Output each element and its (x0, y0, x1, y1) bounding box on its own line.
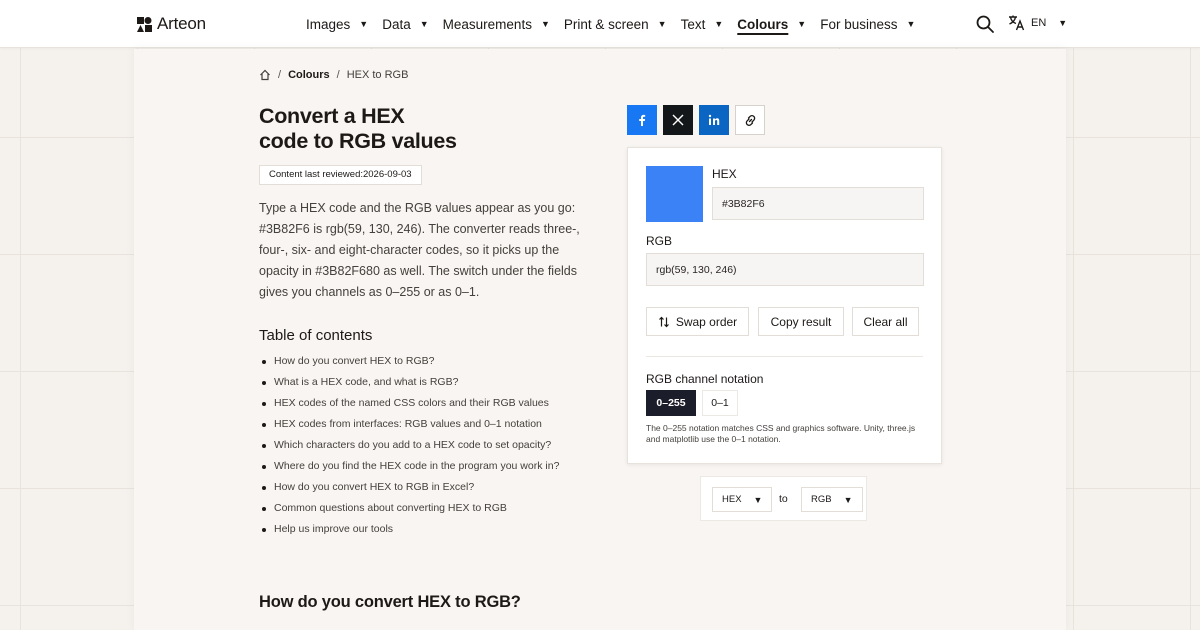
share-facebook-button[interactable] (627, 105, 657, 135)
caret-down-icon: ▼ (797, 19, 807, 29)
hex-label: HEX (712, 167, 737, 181)
last-reviewed-badge: Content last reviewed:2026-09-03 (259, 165, 422, 185)
nav-label: Data (382, 16, 411, 32)
toc-title: Table of contents (259, 327, 373, 344)
share-x-button[interactable] (663, 105, 693, 135)
clear-all-button[interactable]: Clear all (852, 307, 919, 336)
page-title: Convert a HEX code to RGB values (259, 104, 559, 154)
rgb-label: RGB (646, 234, 673, 248)
toc-item[interactable]: How do you convert HEX to RGB? (259, 353, 559, 374)
caret-down-icon: ▼ (1058, 17, 1068, 28)
from-unit-value: HEX (722, 494, 742, 505)
copy-result-button[interactable]: Copy result (758, 307, 844, 336)
caret-down-icon: ▼ (906, 19, 916, 29)
breadcrumb-separator: / (336, 69, 340, 81)
nav-label: Text (680, 16, 706, 32)
toc-item[interactable]: How do you convert HEX to RGB in Excel? (259, 479, 559, 500)
language-selector[interactable]: EN ▼ (1008, 14, 1067, 31)
facebook-icon (639, 114, 646, 126)
notation-note: The 0–255 notation matches CSS and graph… (646, 423, 916, 444)
nav-item-print-screen[interactable]: Print & screen ▼ (564, 17, 667, 32)
breadcrumb-separator: / (278, 69, 282, 81)
caret-down-icon: ▼ (419, 19, 429, 29)
toc-item[interactable]: Where do you find the HEX code in the pr… (259, 458, 559, 479)
nav-label: Print & screen (563, 16, 649, 32)
caret-down-icon: ▼ (843, 494, 853, 505)
clear-all-label: Clear all (863, 314, 908, 329)
color-preview-swatch (646, 166, 703, 222)
logo-text: Arteon (157, 14, 206, 33)
caret-down-icon: ▼ (657, 19, 667, 29)
link-icon (745, 114, 755, 126)
linkedin-icon (708, 114, 720, 125)
main-nav: Images ▼ Data ▼ Measurements ▼ Print & s… (306, 0, 929, 48)
caret-down-icon: ▼ (714, 19, 724, 29)
table-of-contents: How do you convert HEX to RGB? What is a… (259, 353, 559, 542)
notation-option-0-255[interactable]: 0–255 (646, 390, 696, 416)
notation-label: RGB channel notation (646, 372, 764, 386)
intro-paragraph: Type a HEX code and the RGB values appea… (259, 201, 580, 299)
toc-item[interactable]: Common questions about converting HEX to… (259, 500, 559, 521)
share-buttons (627, 105, 765, 135)
nav-label: Images (306, 16, 351, 32)
nav-item-for-business[interactable]: For business ▼ (820, 17, 915, 32)
toc-item[interactable]: What is a HEX code, and what is RGB? (259, 374, 559, 395)
search-button[interactable] (975, 14, 995, 34)
home-icon[interactable] (259, 69, 271, 81)
logo[interactable]: Arteon (137, 14, 206, 34)
nav-item-images[interactable]: Images ▼ (306, 17, 368, 32)
caret-down-icon: ▼ (753, 494, 763, 505)
page-title-line-2: code to RGB values (259, 129, 457, 153)
toc-item[interactable]: Which characters do you add to a HEX cod… (259, 437, 559, 458)
to-label: to (779, 493, 788, 505)
divider (646, 356, 923, 357)
caret-down-icon: ▼ (540, 19, 550, 29)
section-heading: How do you convert HEX to RGB? (259, 593, 521, 611)
toc-item[interactable]: HEX codes of the named CSS colors and th… (259, 395, 559, 416)
breadcrumb: / Colours / HEX to RGB (259, 69, 408, 81)
to-unit-select[interactable]: RGB ▼ (801, 487, 863, 512)
x-logo-icon (672, 114, 684, 126)
to-unit-value: RGB (811, 494, 832, 505)
page-title-line-1: Convert a HEX (259, 104, 405, 128)
converter-card: HEX RGB Swap order Copy result Clear all… (627, 147, 942, 464)
swap-order-button[interactable]: Swap order (646, 307, 749, 336)
breadcrumb-colours-link[interactable]: Colours (288, 69, 330, 81)
nav-item-colours[interactable]: Colours ▼ (737, 17, 806, 32)
translate-icon (1009, 15, 1025, 31)
nav-label: For business (820, 16, 898, 32)
logo-mark-icon (137, 16, 152, 32)
language-code: EN (1031, 16, 1047, 29)
share-linkedin-button[interactable] (699, 105, 729, 135)
breadcrumb-current: HEX to RGB (346, 69, 409, 81)
swap-arrows-icon (658, 316, 669, 327)
caret-down-icon: ▼ (359, 19, 369, 29)
nav-label: Measurements (442, 16, 532, 32)
unit-selector: HEX ▼ to RGB ▼ (700, 476, 867, 521)
nav-item-measurements[interactable]: Measurements ▼ (443, 17, 550, 32)
notation-option-0-1[interactable]: 0–1 (702, 390, 738, 416)
hex-input[interactable] (712, 187, 924, 220)
search-icon (976, 15, 994, 33)
toc-item[interactable]: Help us improve our tools (259, 521, 559, 542)
site-header: Arteon Images ▼ Data ▼ Measurements ▼ Pr… (0, 0, 1200, 48)
nav-item-data[interactable]: Data ▼ (382, 17, 428, 32)
nav-label: Colours (737, 16, 789, 32)
swap-order-label: Swap order (675, 314, 738, 329)
toc-item[interactable]: HEX codes from interfaces: RGB values an… (259, 416, 559, 437)
from-unit-select[interactable]: HEX ▼ (712, 487, 773, 512)
nav-item-text[interactable]: Text ▼ (681, 17, 724, 32)
copy-link-button[interactable] (735, 105, 765, 135)
copy-result-label: Copy result (770, 314, 832, 329)
rgb-input[interactable] (646, 253, 924, 286)
